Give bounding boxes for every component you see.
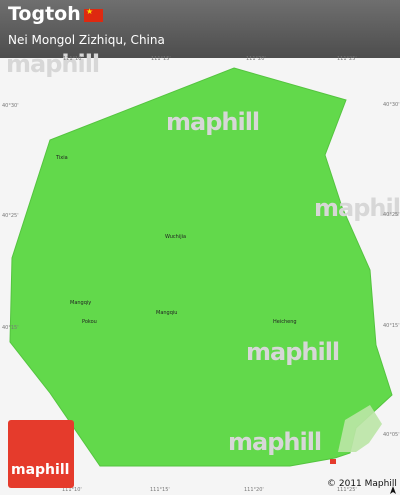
maphill-logo: maphill bbox=[8, 420, 74, 488]
coord-top-4: 111°25' bbox=[337, 56, 357, 62]
maphill-logo-text: maphill bbox=[11, 462, 70, 478]
place-mangqiu: Mangqiu bbox=[156, 310, 178, 316]
coord-top-2: 111°15' bbox=[151, 56, 171, 62]
place-heicheng: Heicheng bbox=[273, 319, 297, 325]
coord-right-2: 40°25' bbox=[383, 212, 400, 218]
compass-icon bbox=[390, 486, 396, 494]
watermark-bottom: maphill bbox=[228, 428, 322, 456]
coord-bottom-3: 111°20' bbox=[244, 487, 264, 493]
place-wuchijia: Wuchijia bbox=[165, 234, 187, 240]
place-mangqiy: Mangqiy bbox=[70, 300, 92, 306]
map-subtitle: Nei Mongol Zizhiqu, China bbox=[8, 33, 165, 47]
map-frame: Togtoh ★ Nei Mongol Zizhiqu, China maphi… bbox=[0, 0, 400, 495]
copyright-text: © 2011 Maphill bbox=[327, 479, 397, 489]
coord-right-1: 40°30' bbox=[383, 102, 400, 108]
coord-bottom-2: 111°15' bbox=[150, 487, 170, 493]
coord-bottom-1: 111°10' bbox=[62, 487, 82, 493]
coord-top-3: 111°20' bbox=[246, 56, 266, 62]
coord-right-3: 40°15' bbox=[383, 323, 400, 329]
watermark-lower-center: maphill bbox=[246, 338, 340, 366]
coord-top-1: 111°10' bbox=[63, 56, 83, 62]
place-tixia: Tixia bbox=[56, 155, 68, 161]
watermark-center: maphill bbox=[166, 108, 260, 136]
coord-left-3: 40°15' bbox=[2, 325, 19, 331]
map-title: Togtoh bbox=[8, 3, 81, 25]
coord-left-2: 40°25' bbox=[2, 213, 19, 219]
watermark-top: maphill bbox=[6, 50, 100, 78]
place-pokou: Pokou bbox=[82, 319, 97, 325]
coord-left-1: 40°30' bbox=[2, 103, 19, 109]
china-flag-icon: ★ bbox=[84, 8, 103, 22]
coord-right-4: 40°05' bbox=[383, 432, 400, 438]
